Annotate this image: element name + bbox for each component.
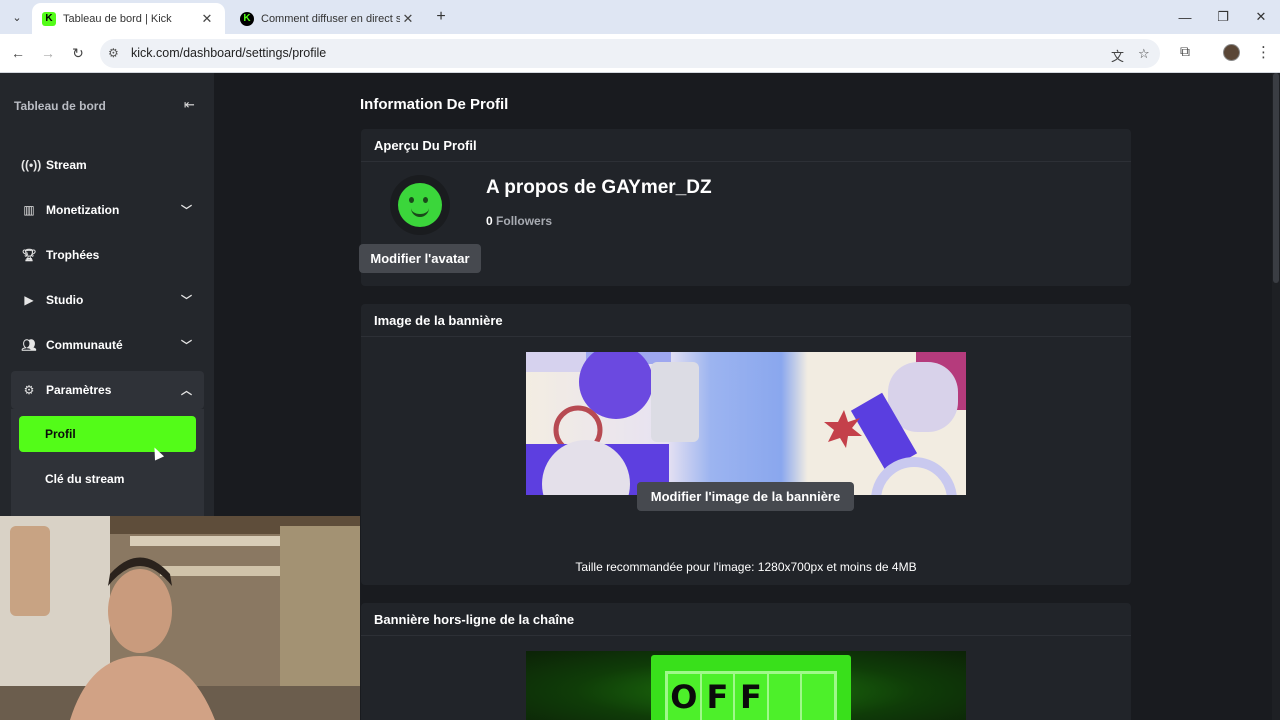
tab-title: Tableau de bord | Kick bbox=[63, 12, 172, 25]
chevron-up-icon: ︿ bbox=[181, 385, 192, 397]
sidebar-item-settings[interactable]: ⚙ Paramètres ︿ bbox=[11, 371, 204, 409]
chevron-down-icon: ﹀ bbox=[181, 205, 192, 217]
reload-icon[interactable]: ↻ bbox=[68, 43, 88, 63]
sidebar-item-stream[interactable]: ((•)) Stream bbox=[11, 146, 204, 184]
bookmark-star-icon[interactable]: ☆ bbox=[1138, 46, 1150, 62]
collapse-sidebar-icon[interactable]: ⇤ bbox=[184, 97, 195, 113]
site-settings-icon[interactable]: ⚙ bbox=[108, 46, 119, 60]
banner-size-hint: Taille recommandée pour l'image: 1280x70… bbox=[575, 560, 917, 574]
tab-search-icon[interactable]: ⌄ bbox=[6, 6, 28, 28]
browser-profile-avatar[interactable] bbox=[1223, 44, 1240, 61]
url-field[interactable]: ⚙ kick.com/dashboard/settings/profile 文 … bbox=[100, 39, 1160, 68]
off-letter: O bbox=[668, 674, 702, 720]
avatar bbox=[390, 175, 450, 235]
about-heading: A propos de GAYmer_DZ bbox=[486, 177, 712, 198]
off-letter bbox=[802, 674, 834, 720]
sidebar-subitem-profile[interactable]: Profil bbox=[19, 416, 196, 452]
trophy-icon: 🏆︎ bbox=[21, 248, 37, 262]
gear-icon: ⚙ bbox=[23, 383, 35, 397]
sidebar-item-studio[interactable]: ▶ Studio ﹀ bbox=[11, 281, 204, 319]
profile-preview-card: Aperçu Du Profil A propos de GAYmer_DZ 0… bbox=[359, 129, 1131, 286]
green-smiley-avatar-icon bbox=[398, 183, 442, 227]
sidebar-item-label: Monetization bbox=[46, 203, 120, 217]
off-sign-letters: O F F bbox=[665, 671, 837, 720]
broadcast-icon: ((•)) bbox=[21, 158, 42, 172]
page-title: Information De Profil bbox=[360, 96, 509, 113]
browser-tab-bar: ⌄ K Tableau de bord | Kick ✕ K Comment d… bbox=[0, 0, 1280, 34]
kick-favicon-icon: K bbox=[240, 11, 254, 26]
url-text: kick.com/dashboard/settings/profile bbox=[131, 46, 327, 60]
minimize-icon[interactable]: — bbox=[1166, 0, 1204, 34]
address-bar: ← → ↻ ⚙ kick.com/dashboard/settings/prof… bbox=[0, 34, 1280, 73]
close-icon[interactable]: ✕ bbox=[199, 11, 215, 27]
sidebar-item-community[interactable]: 👥︎ Communauté ﹀ bbox=[11, 326, 204, 364]
kick-favicon-icon: K bbox=[42, 11, 56, 26]
off-letter: F bbox=[735, 674, 769, 720]
sidebar-item-label: Studio bbox=[46, 293, 84, 307]
offline-banner-card: Bannière hors-ligne de la chaîne O F F bbox=[361, 603, 1131, 720]
followers-label: Followers bbox=[496, 214, 553, 228]
new-tab-plus-icon[interactable]: + bbox=[432, 8, 450, 26]
dashboard-page: Tableau de bord ⇤ ((•)) Stream ▥ Monetiz… bbox=[0, 73, 1280, 720]
banner-image bbox=[526, 352, 966, 495]
window-close-icon[interactable]: ✕ bbox=[1242, 0, 1280, 34]
close-icon[interactable]: ✕ bbox=[400, 11, 416, 27]
scrollbar-thumb[interactable] bbox=[1273, 73, 1279, 283]
offline-banner-image: O F F bbox=[526, 651, 966, 720]
back-arrow-icon[interactable]: ← bbox=[8, 43, 28, 63]
tab-dashboard[interactable]: K Tableau de bord | Kick ✕ bbox=[32, 3, 225, 34]
browser-menu-icon[interactable]: ⋮ bbox=[1256, 43, 1271, 61]
chevron-down-icon: ﹀ bbox=[181, 295, 192, 307]
window-controls: — ❐ ✕ bbox=[1166, 0, 1280, 34]
community-icon: 👥︎ bbox=[21, 338, 37, 352]
sidebar-item-label: Stream bbox=[46, 158, 87, 172]
webcam-feed bbox=[0, 516, 360, 720]
edit-banner-button[interactable]: Modifier l'image de la bannière bbox=[637, 482, 854, 511]
sidebar-item-label: Paramètres bbox=[46, 383, 112, 397]
edit-avatar-button[interactable]: Modifier l'avatar bbox=[359, 244, 481, 273]
translate-icon[interactable]: 文 bbox=[1111, 46, 1124, 65]
off-letter: F bbox=[701, 674, 736, 720]
chevron-down-icon: ﹀ bbox=[181, 340, 192, 352]
card-title: Bannière hors-ligne de la chaîne bbox=[361, 603, 1131, 636]
page-scrollbar[interactable] bbox=[1272, 73, 1280, 720]
sidebar-item-trophies[interactable]: 🏆︎ Trophées bbox=[11, 236, 204, 274]
chart-icon: ▥ bbox=[23, 203, 35, 217]
sidebar-subitem-stream-key[interactable]: Clé du stream bbox=[19, 461, 196, 497]
card-title: Image de la bannière bbox=[361, 304, 1131, 337]
tab-title: Comment diffuser en direct sur bbox=[261, 12, 400, 25]
banner-card: Image de la bannière Modifier l'image de… bbox=[361, 304, 1131, 585]
tab-stream-guide[interactable]: K Comment diffuser en direct sur ✕ bbox=[230, 3, 426, 34]
followers-count: 0 Followers bbox=[486, 214, 552, 228]
play-square-icon: ▶ bbox=[24, 293, 34, 307]
sidebar-item-label: Communauté bbox=[46, 338, 123, 352]
restore-icon[interactable]: ❐ bbox=[1204, 0, 1242, 34]
off-sign: O F F bbox=[651, 655, 851, 720]
forward-arrow-icon[interactable]: → bbox=[38, 43, 58, 63]
webcam-overlay bbox=[0, 516, 360, 720]
sidebar-title: Tableau de bord bbox=[14, 99, 106, 113]
sidebar-item-monetization[interactable]: ▥ Monetization ﹀ bbox=[11, 191, 204, 229]
extensions-puzzle-icon[interactable]: ⧉ bbox=[1180, 43, 1190, 60]
card-title: Aperçu Du Profil bbox=[361, 129, 1131, 162]
off-letter bbox=[768, 674, 803, 720]
banner-artwork bbox=[526, 352, 966, 495]
sidebar-item-label: Trophées bbox=[46, 248, 100, 262]
followers-number: 0 bbox=[486, 214, 493, 228]
